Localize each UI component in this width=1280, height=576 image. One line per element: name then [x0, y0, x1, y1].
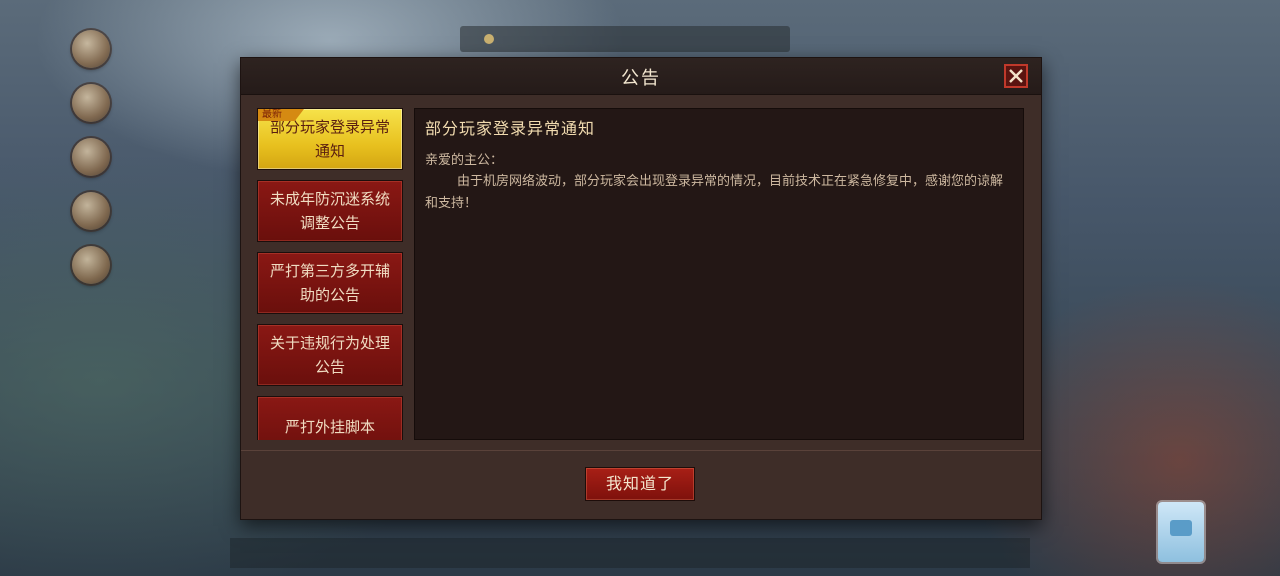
notice-item-label: 严打外挂脚本 [284, 418, 375, 436]
close-button[interactable] [1004, 64, 1028, 88]
hud-button-icon-1[interactable] [72, 30, 110, 68]
dialog-title: 公告 [621, 68, 661, 89]
notice-item-cheat-scripts[interactable]: 严打外挂脚本 [257, 396, 403, 440]
close-icon [1009, 69, 1023, 83]
notice-list: 最新 部分玩家登录异常通知 未成年防沉迷系统调整公告 严打第三方多开辅助的公告 … [257, 108, 403, 440]
notice-item-label: 关于违规行为处理公告 [269, 334, 390, 376]
hud-button-icon-2[interactable] [72, 84, 110, 122]
notice-item-third-party[interactable]: 严打第三方多开辅助的公告 [257, 252, 403, 314]
notice-item-login-issue[interactable]: 最新 部分玩家登录异常通知 [257, 108, 403, 170]
notice-item-label: 未成年防沉迷系统调整公告 [269, 190, 390, 232]
notice-body: 由于机房网络波动，部分玩家会出现登录异常的情况，目前技术正在紧急修复中，感谢您的… [425, 174, 1004, 211]
device-icon[interactable] [1158, 502, 1204, 562]
status-dot-icon [484, 34, 494, 44]
confirm-button[interactable]: 我知道了 [585, 467, 695, 501]
notice-content-title: 部分玩家登录异常通知 [425, 119, 596, 138]
top-status-bar [460, 26, 790, 52]
chat-bar [230, 538, 1030, 568]
dialog-header: 公告 [241, 58, 1041, 95]
notice-greeting: 亲爱的主公： [425, 153, 504, 168]
notice-item-anti-addiction[interactable]: 未成年防沉迷系统调整公告 [257, 180, 403, 242]
notice-item-label: 部分玩家登录异常通知 [269, 118, 390, 160]
notice-item-violations[interactable]: 关于违规行为处理公告 [257, 324, 403, 386]
announcement-dialog: 公告 最新 部分玩家登录异常通知 未成年防沉迷系统调整公告 严打第三方多开辅助的… [240, 57, 1042, 520]
notice-item-label: 严打第三方多开辅助的公告 [269, 262, 390, 304]
hud-button-icon-5[interactable] [72, 246, 110, 284]
hud-button-icon-3[interactable] [72, 138, 110, 176]
footer-divider [241, 450, 1041, 451]
notice-content-panel: 部分玩家登录异常通知 亲爱的主公： 由于机房网络波动，部分玩家会出现登录异常的情… [414, 108, 1024, 440]
hud-button-icon-4[interactable] [72, 192, 110, 230]
